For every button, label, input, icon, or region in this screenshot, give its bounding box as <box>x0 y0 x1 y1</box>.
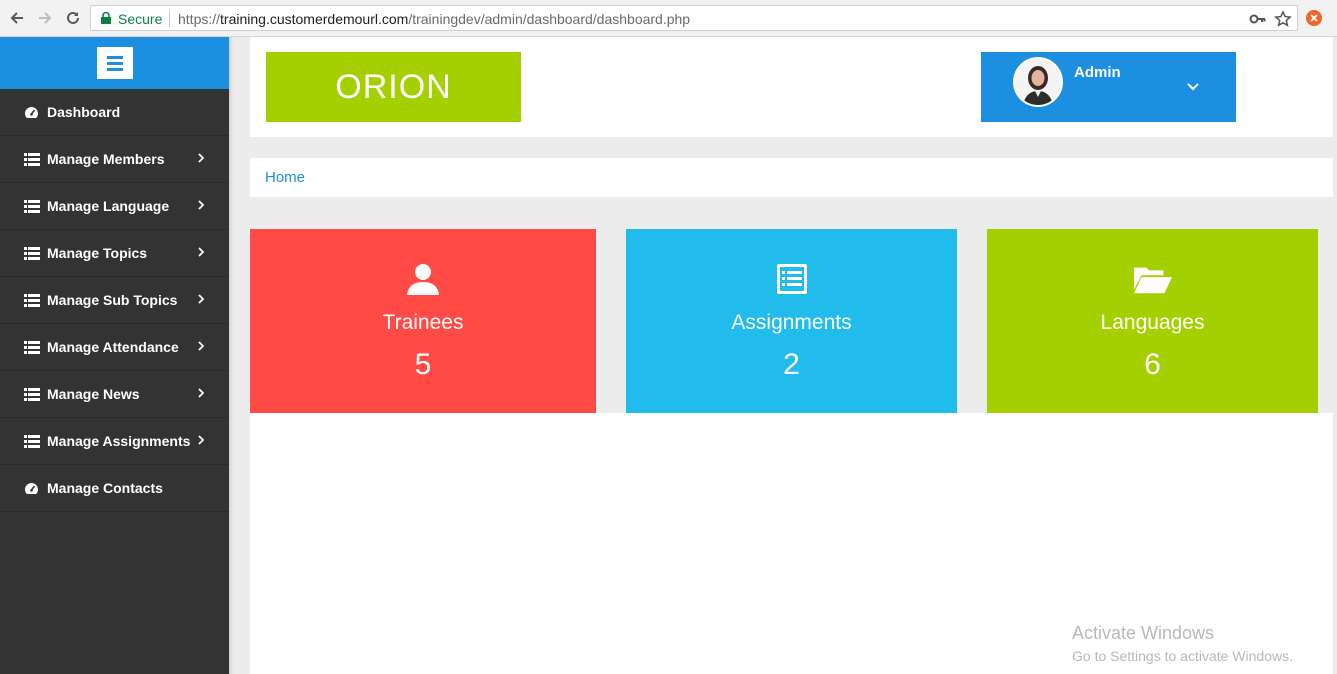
sidebar-item-label: Manage Assignments <box>47 433 191 449</box>
address-separator <box>169 10 170 27</box>
languages-label: Languages <box>1100 311 1205 334</box>
chevron-right-icon <box>197 151 205 166</box>
assignments-count: 2 <box>783 348 800 381</box>
hamburger-icon-bar <box>106 67 123 71</box>
url-path: /trainingdev/admin/dashboard/dashboard.p… <box>408 11 691 27</box>
assignments-label: Assignments <box>731 311 852 334</box>
sidebar-item-dashboard[interactable]: Dashboard <box>0 89 229 136</box>
activate-windows-title: Activate Windows <box>1072 623 1215 643</box>
sidebar-item-manage-news[interactable]: Manage News <box>0 371 229 418</box>
url-scheme: https:// <box>178 11 221 27</box>
list-alt-icon <box>772 261 812 297</box>
list-icon <box>23 387 40 401</box>
address-bar[interactable]: Secure https://training.customerdemourl.… <box>90 5 1298 31</box>
logo[interactable]: ORION <box>266 52 521 122</box>
extension-icon[interactable] <box>1305 9 1323 27</box>
user-name: Admin <box>1074 64 1121 81</box>
list-icon <box>23 199 40 213</box>
sidebar-item-manage-contacts[interactable]: Manage Contacts <box>0 465 229 512</box>
sidebar: Dashboard Manage Members Manage Language Ma… <box>0 37 229 674</box>
trainees-card[interactable]: Trainees 5 <box>250 229 596 414</box>
sidebar-item-label: Manage News <box>47 386 140 402</box>
sidebar-item-label: Manage Topics <box>47 245 148 261</box>
secure-label: Secure <box>118 11 163 27</box>
dashboard-icon <box>23 481 40 495</box>
chevron-right-icon <box>197 386 205 401</box>
sidebar-item-manage-topics[interactable]: Manage Topics <box>0 230 229 277</box>
list-icon <box>23 152 40 166</box>
chevron-down-icon[interactable] <box>1184 78 1202 96</box>
sidebar-shadow <box>229 37 233 674</box>
list-icon <box>23 293 40 307</box>
activate-windows-subtitle: Go to Settings to activate Windows. <box>1072 648 1293 664</box>
sidebar-item-label: Manage Attendance <box>47 339 179 355</box>
reload-button[interactable] <box>62 7 84 29</box>
menu-toggle-button[interactable] <box>96 47 133 79</box>
sidebar-item-label: Manage Sub Topics <box>47 292 178 308</box>
trainees-count: 5 <box>414 348 432 381</box>
hamburger-icon-bar <box>106 55 123 59</box>
hamburger-icon-bar <box>106 61 123 65</box>
reload-icon <box>67 11 79 24</box>
chevron-right-icon <box>197 339 205 354</box>
lock-icon <box>101 12 111 24</box>
forward-button[interactable] <box>34 7 56 29</box>
chevron-right-icon <box>197 198 205 213</box>
folder-open-icon <box>1133 261 1173 297</box>
list-icon <box>23 340 40 354</box>
sidebar-item-manage-sub-topics[interactable]: Manage Sub Topics <box>0 277 229 324</box>
avatar <box>1013 57 1063 107</box>
assignments-card[interactable]: Assignments 2 <box>626 229 957 414</box>
sidebar-item-manage-attendance[interactable]: Manage Attendance <box>0 324 229 371</box>
trainees-label: Trainees <box>382 311 464 334</box>
key-icon[interactable] <box>1249 10 1267 28</box>
breadcrumb: Home <box>250 158 1333 197</box>
back-arrow-icon <box>10 12 23 24</box>
user-icon <box>403 261 443 297</box>
dashboard-icon <box>23 105 40 119</box>
url-host: training.customerdemourl.com <box>220 11 409 27</box>
avatar-image <box>1015 59 1061 105</box>
chevron-right-icon <box>197 292 205 307</box>
sidebar-header <box>0 37 229 89</box>
breadcrumb-home-link[interactable]: Home <box>265 169 305 186</box>
list-icon <box>23 246 40 260</box>
browser-toolbar: Secure https://training.customerdemourl.… <box>0 0 1337 37</box>
chevron-right-icon <box>197 245 205 260</box>
top-header: ORION Admin <box>250 37 1333 137</box>
languages-count: 6 <box>1144 348 1161 381</box>
list-icon <box>23 434 40 448</box>
user-menu[interactable]: Admin <box>981 52 1236 122</box>
chevron-right-icon <box>197 433 205 448</box>
sidebar-item-manage-language[interactable]: Manage Language <box>0 183 229 230</box>
sidebar-item-label: Manage Language <box>47 198 170 214</box>
sidebar-item-label: Manage Members <box>47 151 165 167</box>
sidebar-item-label: Manage Contacts <box>47 480 163 496</box>
forward-arrow-icon <box>39 12 52 24</box>
back-button[interactable] <box>6 7 28 29</box>
sidebar-menu: Dashboard Manage Members Manage Language Ma… <box>0 89 229 512</box>
sidebar-item-manage-assignments[interactable]: Manage Assignments <box>0 418 229 465</box>
languages-card[interactable]: Languages 6 <box>987 229 1318 414</box>
sidebar-item-manage-members[interactable]: Manage Members <box>0 136 229 183</box>
star-icon[interactable] <box>1274 10 1292 28</box>
sidebar-item-label: Dashboard <box>47 104 121 120</box>
url-text[interactable]: https://training.customerdemourl.com/tra… <box>178 11 690 27</box>
